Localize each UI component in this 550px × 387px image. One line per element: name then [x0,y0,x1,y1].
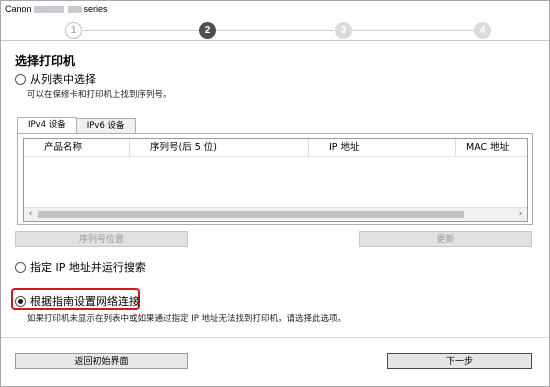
step-connector-1 [83,30,199,31]
scroll-right-icon[interactable]: › [514,208,527,221]
column-ip-address[interactable]: IP 地址 [309,139,456,156]
tab-ipv4[interactable]: IPv4 设备 [17,117,77,134]
radio-select-from-list-label: 从列表中选择 [30,73,96,86]
step-1-done: 1 [65,22,82,39]
column-mac-address[interactable]: MAC 地址 [456,139,527,156]
printer-list-table[interactable]: 产品名称 序列号(后 5 位) IP 地址 MAC 地址 ‹ › [23,138,528,222]
table-header: 产品名称 序列号(后 5 位) IP 地址 MAC 地址 [24,139,527,157]
redacted-model-2 [67,6,82,14]
horizontal-scrollbar[interactable]: ‹ › [24,207,527,221]
footer-divider [1,337,549,338]
device-tab-panel: 产品名称 序列号(后 5 位) IP 地址 MAC 地址 ‹ › [17,133,533,225]
radio-specify-ip[interactable]: 指定 IP 地址并运行搜索 [15,259,146,275]
step-connector-3 [351,30,475,31]
radio-icon[interactable] [15,73,26,85]
column-serial-number[interactable]: 序列号(后 5 位) [130,139,309,156]
tab-ipv6[interactable]: IPv6 设备 [75,118,136,134]
step-2-current: 2 [199,22,216,39]
radio-select-from-list[interactable]: 从列表中选择 [15,71,96,87]
page-title: 选择打印机 [15,54,76,68]
title-bar: Canon series 1 2 3 4 [1,1,549,41]
update-button[interactable]: 更新 [359,231,532,247]
select-from-list-hint: 可以在保修卡和打印机上找到序列号。 [27,90,172,100]
serial-location-button[interactable]: 序列号位置 [15,231,188,247]
scrollbar-thumb[interactable] [38,211,464,218]
column-product-name[interactable]: 产品名称 [24,139,130,156]
step-4: 4 [474,22,491,39]
step-connector-2 [216,30,334,31]
redacted-model [33,6,64,14]
next-button[interactable]: 下一步 [387,353,532,369]
setup-by-guide-hint: 如果打印机未显示在列表中或如果通过指定 IP 地址无法找到打印机，请选择此选项。 [27,314,347,324]
radio-checked-icon[interactable] [15,295,26,307]
window-title: Canon series [5,4,108,14]
setup-window: Canon series 1 2 3 4 选择打印机 从列表中选择 可以在保修卡和… [0,0,550,387]
radio-icon[interactable] [15,261,26,273]
back-to-start-button[interactable]: 返回初始界面 [15,353,188,369]
radio-specify-ip-label: 指定 IP 地址并运行搜索 [30,261,146,274]
radio-setup-by-guide-label: 根据指南设置网络连接 [30,295,140,308]
scroll-left-icon[interactable]: ‹ [24,208,37,221]
title-series: series [83,4,108,14]
step-3: 3 [335,22,352,39]
title-brand: Canon [5,4,32,14]
radio-setup-by-guide[interactable]: 根据指南设置网络连接 [15,293,140,309]
